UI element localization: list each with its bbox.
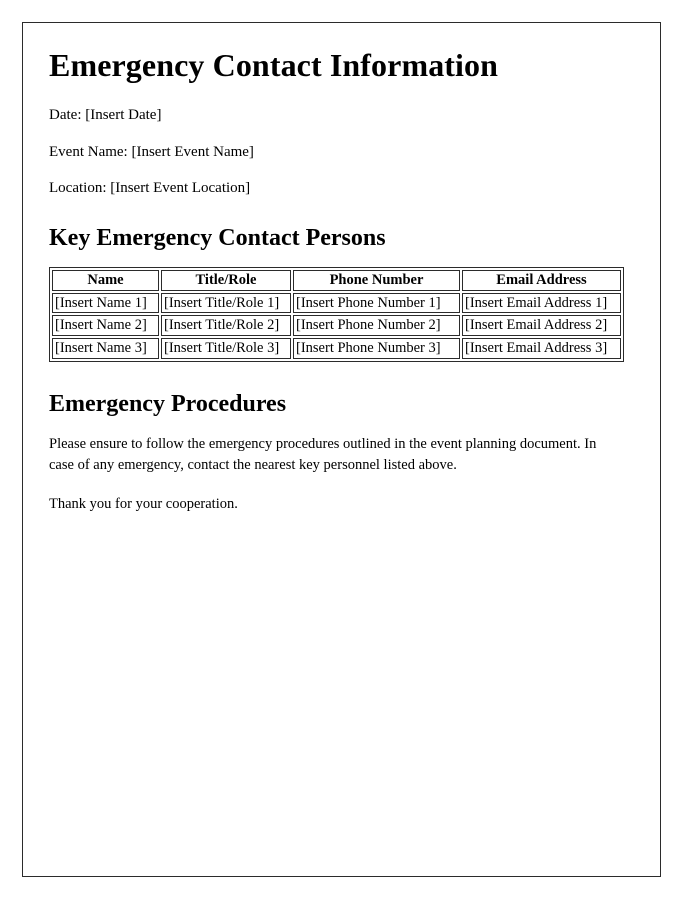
cell-email-address: [Insert Email Address 3] (462, 337, 621, 359)
column-header-phone-number: Phone Number (293, 269, 460, 291)
cell-email-address: [Insert Email Address 1] (462, 292, 621, 314)
column-header-title-role: Title/Role (161, 269, 291, 291)
section-heading-emergency-procedures: Emergency Procedures (49, 390, 287, 417)
emergency-contacts-table: Name Title/Role Phone Number Email Addre… (49, 266, 624, 362)
procedures-paragraph: Please ensure to follow the emergency pr… (49, 436, 597, 474)
page-title: Emergency Contact Information (49, 47, 499, 83)
document-body: Emergency Contact Information Date: [Ins… (23, 23, 660, 515)
cell-title-role: [Insert Title/Role 2] (161, 315, 291, 336)
column-header-email-address: Email Address (462, 269, 621, 291)
table-row: [Insert Name 1] [Insert Title/Role 1] [I… (52, 292, 621, 314)
meta-line-location: Location: [Insert Event Location] (49, 180, 251, 197)
closing-line: Thank you for your cooperation. (49, 496, 238, 513)
table-header-row: Name Title/Role Phone Number Email Addre… (52, 269, 621, 291)
cell-phone-number: [Insert Phone Number 1] (293, 292, 460, 314)
cell-title-role: [Insert Title/Role 3] (161, 337, 291, 359)
cell-name: [Insert Name 2] (52, 315, 159, 336)
table-row: [Insert Name 2] [Insert Title/Role 2] [I… (52, 315, 621, 336)
document-page: Emergency Contact Information Date: [Ins… (22, 22, 661, 877)
cell-title-role: [Insert Title/Role 1] (161, 292, 291, 314)
meta-line-event-name: Event Name: [Insert Event Name] (49, 143, 254, 160)
cell-name: [Insert Name 3] (52, 337, 159, 359)
cell-email-address: [Insert Email Address 2] (462, 315, 621, 336)
cell-phone-number: [Insert Phone Number 2] (293, 315, 460, 336)
section-heading-key-contacts: Key Emergency Contact Persons (49, 225, 386, 252)
cell-name: [Insert Name 1] (52, 292, 159, 314)
table-row: [Insert Name 3] [Insert Title/Role 3] [I… (52, 337, 621, 359)
meta-line-date: Date: [Insert Date] (49, 106, 162, 123)
column-header-name: Name (52, 269, 159, 291)
cell-phone-number: [Insert Phone Number 3] (293, 337, 460, 359)
